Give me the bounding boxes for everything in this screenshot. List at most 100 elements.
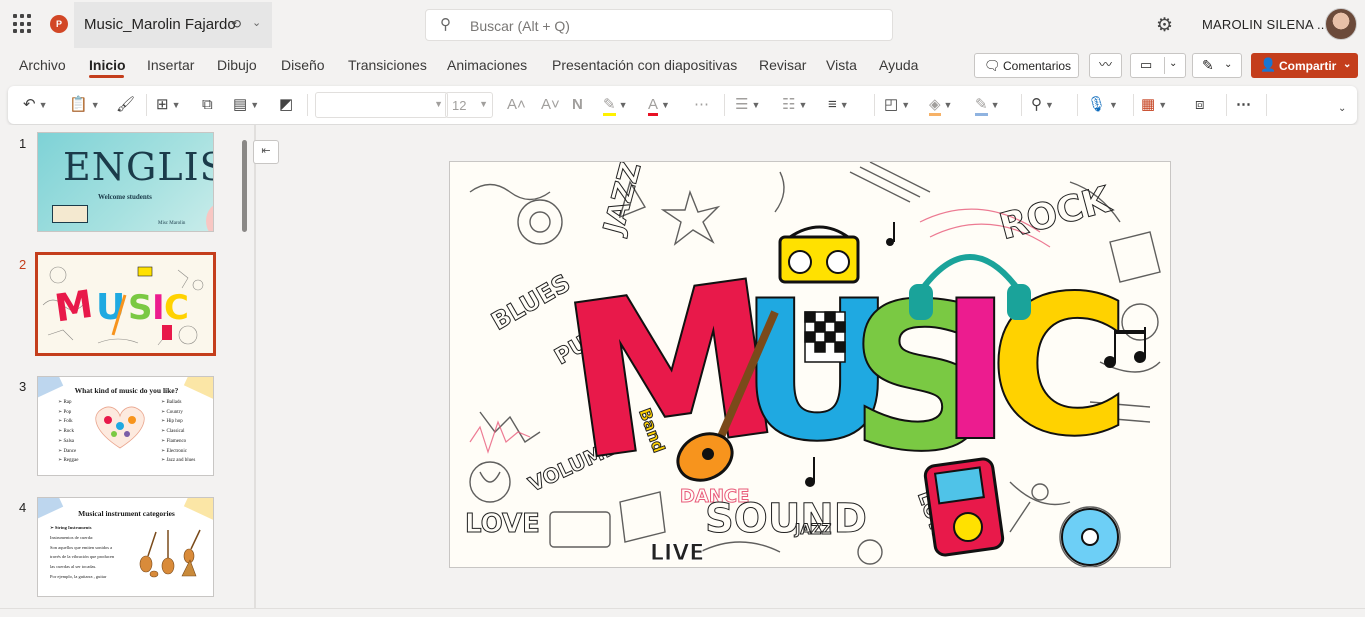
collapse-pane-icon: ⇤	[261, 145, 271, 157]
list-item: ➢ Classical	[161, 429, 185, 435]
editing-mode-button[interactable]: ✎ ⌄	[1192, 53, 1242, 78]
search-input[interactable]: Buscar (Alt + Q)	[470, 18, 570, 34]
search-box[interactable]: ⚲ Buscar (Alt + Q)	[425, 9, 893, 41]
shapes-button[interactable]: ◰ ▼	[884, 94, 910, 116]
clear-formatting-icon: N	[572, 96, 583, 113]
slide-body: ➢ String Instruments Instrumentos de cue…	[50, 523, 140, 582]
decorative-shape	[206, 203, 213, 231]
font-name-select[interactable]: ▼	[315, 92, 448, 118]
clear-formatting-button[interactable]: N	[572, 94, 583, 116]
shape-fill-button[interactable]: ◈ ▼	[929, 94, 952, 116]
activity-icon: 〰	[1098, 57, 1112, 72]
add-ins-icon: ⧈	[1195, 96, 1205, 113]
reuse-slides-button[interactable]: ⧉	[202, 94, 213, 116]
more-font-button[interactable]: ⋯	[694, 94, 709, 116]
layout-icon: ▤	[233, 96, 248, 113]
chevron-down-icon[interactable]: ⌄	[1169, 58, 1177, 69]
reuse-slides-icon: ⧉	[202, 96, 213, 113]
slide-thumbnail-4[interactable]: Musical instrument categories ➢ String I…	[37, 497, 214, 597]
format-painter-button[interactable]: 🖌	[116, 94, 135, 116]
present-button[interactable]: ▭ ⌄	[1130, 53, 1186, 78]
doodle-word: LIVE	[650, 541, 704, 566]
chevron-down-icon[interactable]: ⌄	[252, 16, 261, 29]
highlight-button[interactable]: ✎ ▼	[603, 94, 628, 116]
collapse-pane-button[interactable]: ⇤	[253, 140, 279, 164]
tab-vista[interactable]: Vista	[826, 57, 857, 73]
align-button[interactable]: ≡ ▼	[828, 94, 849, 116]
chevron-down-icon: ▼	[943, 100, 953, 111]
font-color-button[interactable]: A ▼	[648, 94, 670, 116]
chevron-down-icon: ⌄	[1343, 59, 1352, 70]
doodle-word: JAZZ	[596, 162, 647, 239]
undo-button[interactable]: ↶ ▼	[23, 94, 48, 116]
list-item: ➢ Rock	[58, 429, 75, 435]
activity-button[interactable]: 〰	[1089, 53, 1122, 78]
tab-presentacion[interactable]: Presentación con diapositivas	[552, 57, 737, 73]
share-person-icon: 👤	[1260, 57, 1277, 72]
tab-revisar[interactable]: Revisar	[759, 57, 806, 73]
chevron-down-icon: ▼	[661, 100, 670, 111]
user-name[interactable]: MAROLIN SILENA ...	[1202, 17, 1328, 32]
tab-animaciones[interactable]: Animaciones	[447, 57, 527, 73]
document-title[interactable]: Music_Marolin Fajardo	[84, 16, 236, 33]
tab-dibujo[interactable]: Dibujo	[217, 57, 257, 73]
more-options-button[interactable]: ⋯	[1236, 94, 1251, 116]
chevron-down-icon: ▼	[434, 99, 443, 109]
more-icon: ⋯	[694, 96, 709, 113]
layout-button[interactable]: ▤ ▼	[233, 94, 259, 116]
numbering-button[interactable]: ☷ ▼	[782, 94, 807, 116]
divider	[874, 94, 875, 116]
title-bar: P Music_Marolin Fajardo ⟲ ⌄ ⚲ Buscar (Al…	[0, 0, 1365, 48]
font-size-select[interactable]: 12 ▼	[445, 92, 493, 118]
slide-title: ENGLISH	[63, 145, 213, 189]
slide-thumbnail-1[interactable]: ENGLISH Welcome students Misc Marolin	[37, 132, 214, 232]
background-button[interactable]: ◩	[279, 94, 293, 116]
decrease-font-button[interactable]: A˅	[541, 94, 560, 116]
find-button[interactable]: ⚲ ▼	[1031, 94, 1054, 116]
gear-icon[interactable]: ⚙	[1156, 14, 1173, 37]
music-doodle-image[interactable]: JAZZ ROCK BLUES PUNK Band VOLUME DANCE S…	[450, 162, 1171, 568]
tab-diseno[interactable]: Diseño	[281, 57, 325, 73]
tab-ayuda[interactable]: Ayuda	[879, 57, 918, 73]
new-slide-button[interactable]: ⊞ ▼	[156, 94, 181, 116]
book-illustration	[52, 205, 88, 223]
comments-button[interactable]: 🗨 Comentarios	[974, 53, 1079, 78]
share-button[interactable]: 👤 Compartir ⌄	[1251, 53, 1358, 78]
paint-bucket-icon: ◈	[929, 96, 941, 116]
numbering-icon: ☷	[782, 96, 796, 113]
bullets-button[interactable]: ☰ ▼	[735, 94, 760, 116]
slide-thumbnail-3[interactable]: What kind of music do you like? ➢ Rap ➢ …	[37, 376, 214, 476]
dictate-button[interactable]: 🎙 ▼	[1087, 94, 1118, 116]
tab-transiciones[interactable]: Transiciones	[348, 57, 427, 73]
designer-icon: ▦	[1141, 96, 1156, 113]
thumbnail-scrollbar[interactable]	[242, 140, 247, 232]
sync-status-icon[interactable]: ⟲	[231, 17, 241, 31]
add-ins-button[interactable]: ⧈	[1195, 94, 1205, 116]
tab-insertar[interactable]: Insertar	[147, 57, 194, 73]
active-tab-indicator	[89, 75, 124, 78]
search-icon: ⚲	[1031, 96, 1042, 113]
pencil-icon: ✎	[1202, 57, 1214, 73]
highlighter-icon: ✎	[603, 96, 616, 116]
music-doodle-thumbnail: M U S I C	[42, 266, 204, 346]
chevron-down-icon[interactable]: ⌄	[1338, 103, 1346, 114]
app-launcher-icon[interactable]	[13, 14, 33, 34]
tab-inicio[interactable]: Inicio	[89, 57, 126, 73]
vinyl-disc-illustration	[1061, 508, 1119, 566]
current-slide[interactable]: JAZZ ROCK BLUES PUNK Band VOLUME DANCE S…	[449, 161, 1171, 568]
tab-archivo[interactable]: Archivo	[19, 57, 66, 73]
divider	[1021, 94, 1022, 116]
body-line: las cuerdas al ser tocadas.	[50, 564, 97, 570]
avatar[interactable]	[1325, 8, 1357, 40]
paste-button[interactable]: 📋 ▼	[69, 94, 100, 116]
svg-text:C: C	[164, 288, 189, 328]
body-line: Instrumentos de cuerda:	[50, 534, 94, 540]
doodle-word: LOVE	[465, 509, 540, 539]
chevron-down-icon: ▼	[751, 100, 761, 111]
shape-outline-button[interactable]: ✎ ▼	[975, 94, 1000, 116]
undo-icon: ↶	[23, 96, 36, 113]
bullets-icon: ☰	[735, 96, 749, 113]
slide-thumbnail-2[interactable]: M U S I C	[35, 252, 216, 356]
designer-button[interactable]: ▦ ▼	[1141, 94, 1167, 116]
increase-font-button[interactable]: A˄	[507, 94, 526, 116]
